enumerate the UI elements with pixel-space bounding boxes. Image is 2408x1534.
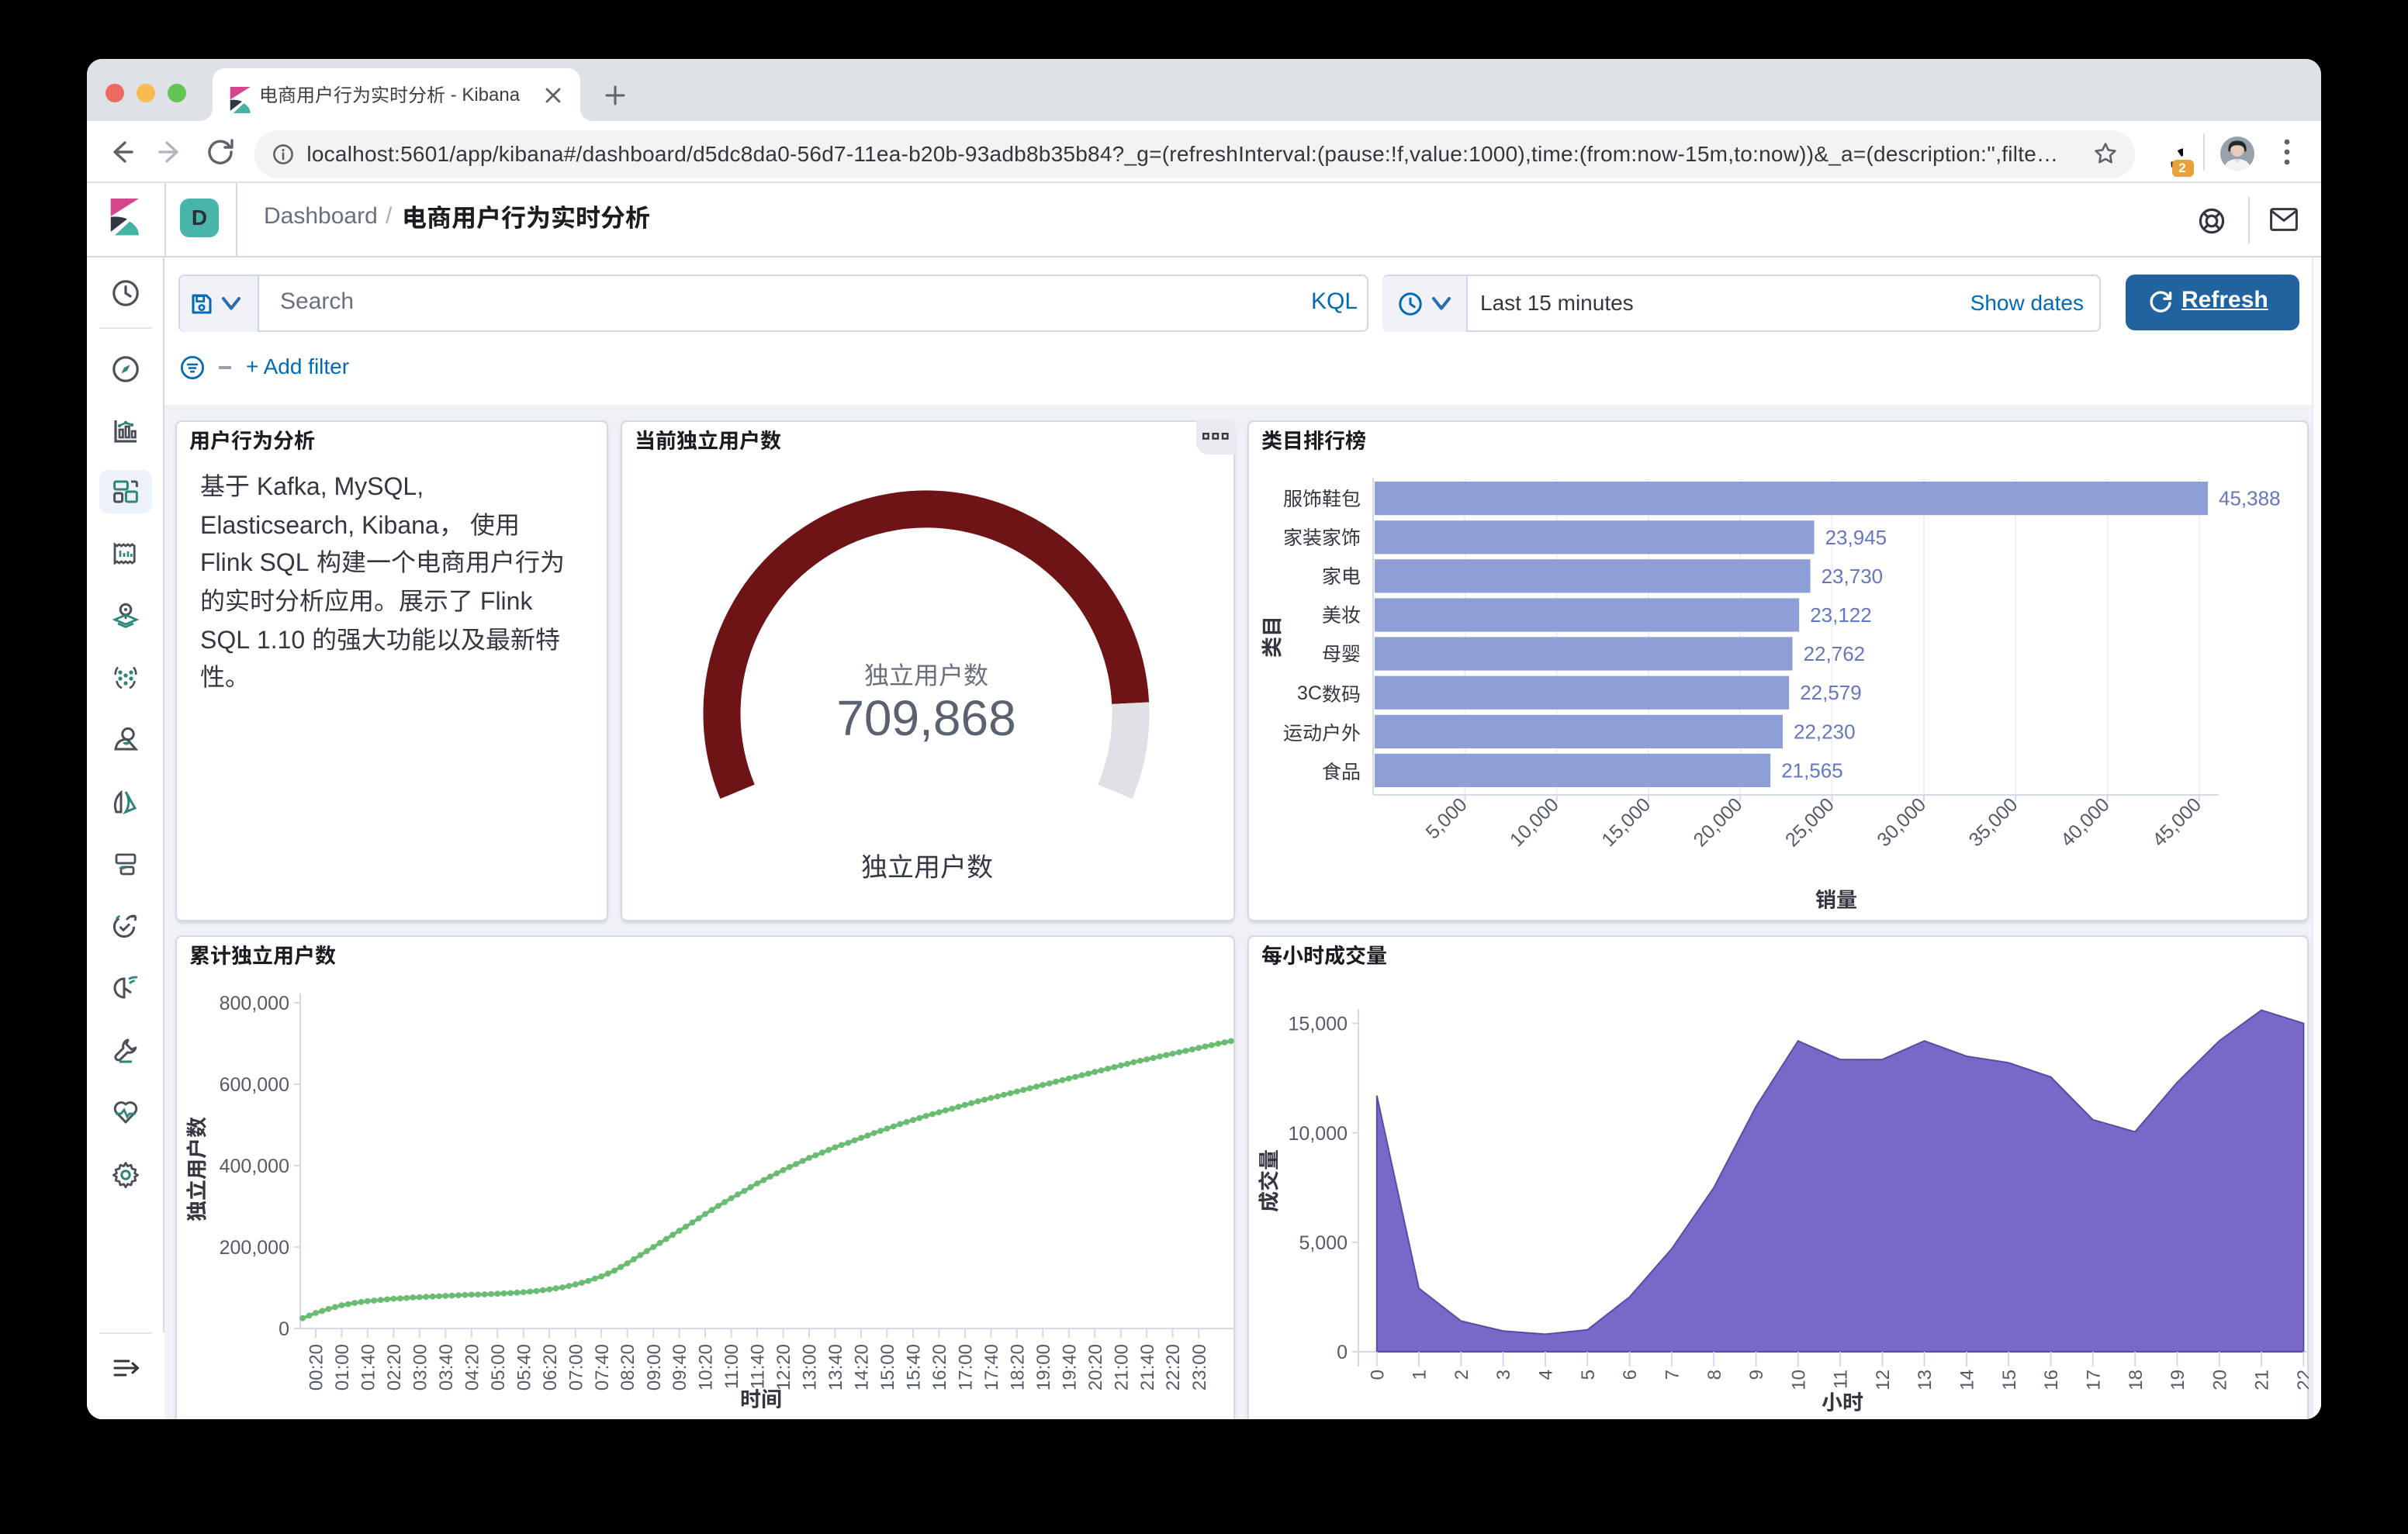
svg-text:9: 9 — [1746, 1369, 1767, 1379]
svg-text:5,000: 5,000 — [1422, 793, 1472, 842]
svg-text:15:40: 15:40 — [903, 1343, 924, 1390]
svg-text:03:40: 03:40 — [435, 1343, 456, 1390]
svg-text:05:00: 05:00 — [487, 1343, 508, 1390]
svg-text:21,565: 21,565 — [1781, 758, 1843, 781]
svg-text:19:40: 19:40 — [1058, 1343, 1079, 1390]
svg-text:12:20: 12:20 — [773, 1343, 794, 1390]
svg-text:1: 1 — [1410, 1369, 1431, 1379]
svg-text:04:20: 04:20 — [461, 1343, 482, 1390]
svg-text:20:20: 20:20 — [1085, 1343, 1105, 1390]
svg-text:15,000: 15,000 — [1289, 1013, 1348, 1035]
svg-text:16: 16 — [2041, 1369, 2062, 1390]
svg-text:5,000: 5,000 — [1299, 1232, 1348, 1253]
svg-text:600,000: 600,000 — [219, 1073, 289, 1095]
svg-text:03:00: 03:00 — [409, 1343, 430, 1390]
svg-text:2: 2 — [1451, 1369, 1472, 1379]
svg-text:09:00: 09:00 — [643, 1343, 664, 1390]
svg-text:21: 21 — [2252, 1369, 2273, 1390]
svg-text:13:40: 13:40 — [825, 1343, 846, 1390]
svg-text:21:00: 21:00 — [1110, 1343, 1131, 1390]
svg-text:19: 19 — [2168, 1369, 2188, 1390]
svg-text:14: 14 — [1957, 1369, 1978, 1390]
svg-text:16:20: 16:20 — [929, 1343, 950, 1390]
svg-text:14:20: 14:20 — [851, 1343, 872, 1390]
svg-text:11:00: 11:00 — [721, 1343, 742, 1388]
svg-text:25,000: 25,000 — [1781, 793, 1839, 850]
svg-text:35,000: 35,000 — [1965, 793, 2022, 850]
svg-text:18:20: 18:20 — [1006, 1343, 1027, 1390]
svg-text:17:40: 17:40 — [981, 1343, 1002, 1390]
svg-text:22,230: 22,230 — [1794, 719, 1856, 742]
svg-text:30,000: 30,000 — [1873, 793, 1930, 850]
svg-text:15,000: 15,000 — [1597, 793, 1655, 850]
svg-text:40,000: 40,000 — [2057, 793, 2114, 850]
svg-text:09:40: 09:40 — [669, 1343, 690, 1390]
svg-text:6: 6 — [1620, 1369, 1641, 1379]
svg-text:01:00: 01:00 — [331, 1343, 352, 1390]
svg-text:0: 0 — [1367, 1369, 1388, 1379]
svg-text:7: 7 — [1662, 1369, 1683, 1379]
svg-text:0: 0 — [1337, 1341, 1348, 1363]
svg-text:23,730: 23,730 — [1822, 564, 1884, 587]
svg-text:8: 8 — [1704, 1369, 1725, 1379]
svg-text:22: 22 — [2294, 1369, 2308, 1390]
svg-text:17: 17 — [2083, 1369, 2104, 1390]
svg-text:15: 15 — [1999, 1369, 2020, 1390]
svg-text:10,000: 10,000 — [1506, 793, 1563, 850]
svg-text:06:20: 06:20 — [539, 1343, 560, 1390]
svg-text:11: 11 — [1831, 1369, 1852, 1388]
svg-text:07:00: 07:00 — [565, 1343, 586, 1390]
svg-text:05:40: 05:40 — [513, 1343, 534, 1390]
svg-text:45,388: 45,388 — [2219, 486, 2281, 510]
svg-text:10,000: 10,000 — [1289, 1122, 1348, 1144]
svg-text:17:00: 17:00 — [954, 1343, 975, 1390]
svg-text:18: 18 — [2126, 1369, 2147, 1390]
svg-text:08:20: 08:20 — [617, 1343, 638, 1390]
svg-text:10: 10 — [1788, 1369, 1809, 1390]
svg-text:3: 3 — [1493, 1369, 1514, 1379]
svg-text:23,122: 23,122 — [1810, 603, 1872, 626]
svg-text:4: 4 — [1536, 1369, 1557, 1379]
svg-text:02:20: 02:20 — [383, 1343, 404, 1390]
svg-text:00:20: 00:20 — [306, 1343, 327, 1390]
svg-text:07:40: 07:40 — [591, 1343, 612, 1390]
svg-text:20,000: 20,000 — [1690, 793, 1747, 850]
svg-text:20: 20 — [2209, 1369, 2230, 1390]
svg-text:800,000: 800,000 — [219, 992, 289, 1014]
svg-text:200,000: 200,000 — [219, 1236, 289, 1258]
svg-text:21:40: 21:40 — [1137, 1343, 1157, 1390]
svg-text:0: 0 — [278, 1318, 289, 1339]
svg-text:23:00: 23:00 — [1188, 1343, 1209, 1390]
svg-text:22:20: 22:20 — [1162, 1343, 1183, 1390]
svg-text:10:20: 10:20 — [695, 1343, 716, 1390]
svg-text:22,579: 22,579 — [1800, 680, 1862, 703]
svg-text:22,762: 22,762 — [1804, 641, 1866, 665]
svg-text:45,000: 45,000 — [2148, 793, 2206, 850]
svg-text:13: 13 — [1915, 1369, 1936, 1390]
svg-text:15:00: 15:00 — [877, 1343, 898, 1390]
svg-text:12: 12 — [1873, 1369, 1894, 1390]
svg-text:13:00: 13:00 — [799, 1343, 820, 1390]
svg-text:19:00: 19:00 — [1033, 1343, 1054, 1390]
svg-text:400,000: 400,000 — [219, 1155, 289, 1176]
svg-text:01:40: 01:40 — [357, 1343, 378, 1390]
svg-text:11:40: 11:40 — [747, 1343, 768, 1388]
svg-text:23,945: 23,945 — [1825, 525, 1887, 548]
svg-text:5: 5 — [1578, 1369, 1599, 1379]
